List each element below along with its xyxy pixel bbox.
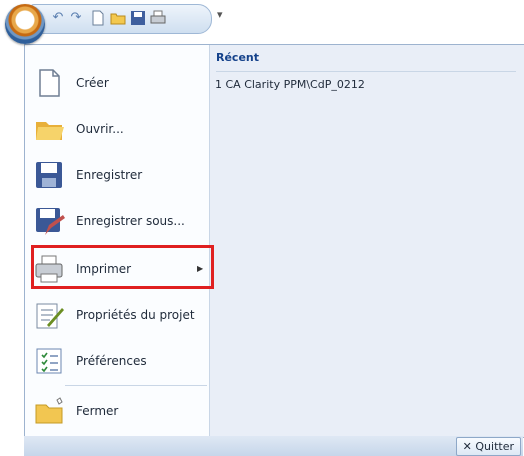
- menu-item-label: Fermer: [76, 404, 119, 418]
- menu-item-open[interactable]: Ouvrir...: [25, 107, 209, 151]
- properties-icon: [36, 303, 64, 329]
- menu-item-label: Créer: [76, 76, 109, 90]
- save-icon[interactable]: [130, 10, 146, 26]
- print-highlight-box: [31, 245, 214, 289]
- open-icon[interactable]: [110, 10, 126, 26]
- recent-title: Récent: [216, 45, 516, 72]
- close-icon: ✕: [462, 440, 472, 453]
- save-as-icon: [36, 208, 65, 235]
- preferences-icon: [36, 348, 62, 374]
- new-document-icon: [39, 69, 60, 97]
- menu-item-project-properties[interactable]: Propriétés du projet: [25, 293, 209, 337]
- save-disk-icon: [36, 162, 62, 188]
- menu-item-save[interactable]: Enregistrer: [25, 153, 209, 197]
- undo-icon[interactable]: ↶: [50, 10, 66, 26]
- open-folder-icon: [36, 122, 64, 140]
- menu-item-label: Enregistrer: [76, 168, 143, 182]
- menu-item-close[interactable]: Fermer: [25, 389, 209, 433]
- print-icon[interactable]: [150, 10, 166, 26]
- customize-toolbar-arrow-icon[interactable]: ▾: [217, 8, 223, 21]
- menu-item-label: Préférences: [76, 354, 147, 368]
- quit-button[interactable]: ✕ Quitter: [455, 437, 521, 456]
- menu-item-label: Ouvrir...: [76, 122, 124, 136]
- menu-item-save-as[interactable]: Enregistrer sous...: [25, 199, 209, 243]
- new-icon[interactable]: [90, 10, 106, 26]
- menu-item-preferences[interactable]: Préférences: [25, 339, 209, 383]
- redo-icon[interactable]: ↷: [68, 10, 84, 26]
- quick-access-toolbar: ↶ ↷ ▾: [0, 0, 524, 44]
- quit-label: Quitter: [475, 440, 514, 453]
- menu-separator: [65, 385, 207, 386]
- application-menu: Créer Ouvrir... Enregistrer Enregistrer …: [24, 44, 524, 438]
- menu-footer: ✕ Quitter: [24, 436, 523, 456]
- office-button[interactable]: [5, 4, 45, 44]
- menu-item-label: Propriétés du projet: [76, 308, 195, 322]
- close-folder-icon: [35, 397, 63, 424]
- menu-item-label: Enregistrer sous...: [76, 214, 185, 228]
- recent-documents-pane: Récent 1 CA Clarity PPM\CdP_0212: [210, 45, 524, 437]
- menu-item-create[interactable]: Créer: [25, 61, 209, 105]
- recent-document-item[interactable]: 1 CA Clarity PPM\CdP_0212: [215, 78, 365, 91]
- menu-commands: Créer Ouvrir... Enregistrer Enregistrer …: [25, 45, 210, 437]
